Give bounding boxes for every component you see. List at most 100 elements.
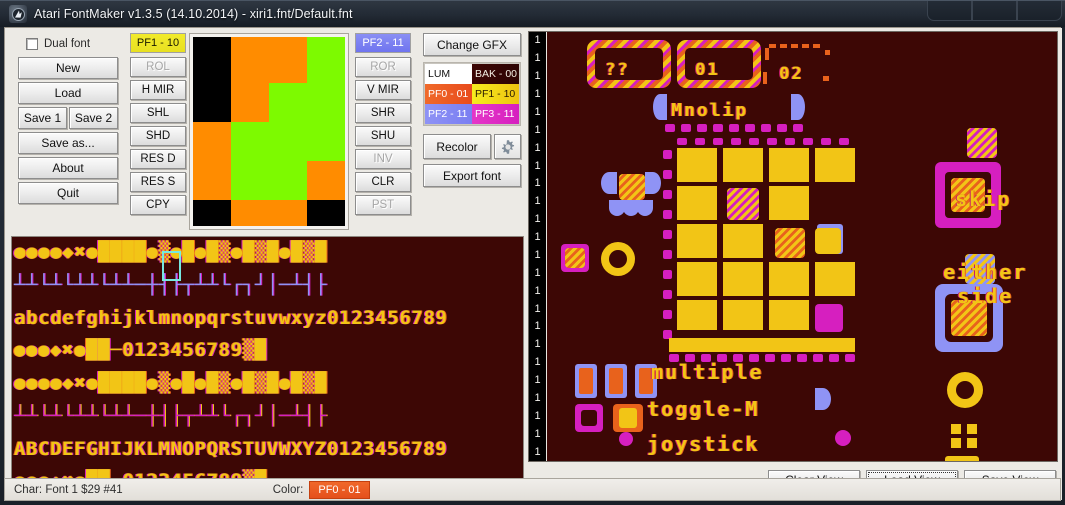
viewport-marker bbox=[797, 354, 807, 362]
recolor-button[interactable]: Recolor bbox=[423, 134, 491, 159]
viewport-dash bbox=[821, 138, 831, 145]
palette-swatch-pf3[interactable]: PF3 - 11 bbox=[472, 104, 519, 124]
active-color-badge-pf2[interactable]: PF2 - 11 bbox=[355, 33, 411, 53]
cpy-button[interactable]: CPY bbox=[130, 195, 186, 215]
palette-swatch-bak[interactable]: BAK - 00 bbox=[472, 64, 519, 84]
character-editor-canvas[interactable] bbox=[189, 33, 349, 230]
font-preview-row[interactable]: ●●●◆✖●██─0123456789▒█ bbox=[14, 339, 267, 361]
tool-column-right: PF2 - 11 ROR V MIR SHR SHU INV CLR PST bbox=[355, 33, 411, 218]
editor-pixel[interactable] bbox=[307, 37, 345, 83]
minimize-button[interactable] bbox=[927, 1, 972, 21]
res-s-button[interactable]: RES S bbox=[130, 172, 186, 192]
viewport-block-inner bbox=[619, 408, 637, 428]
res-d-button[interactable]: RES D bbox=[130, 149, 186, 169]
load-button[interactable]: Load bbox=[18, 82, 118, 104]
pst-button[interactable]: PST bbox=[355, 195, 411, 215]
viewport-map-cell bbox=[677, 224, 717, 258]
gutter-font-number: 1 bbox=[534, 266, 541, 279]
application-window: Atari FontMaker v1.3.5 (14.10.2014) - xi… bbox=[0, 0, 1065, 505]
font-preview-row[interactable]: ┴┴└┴└┴┴└┴┴─┼┤├┬┴┴└┌┐┘│─┴┤├ bbox=[14, 274, 327, 296]
editor-pixel[interactable] bbox=[193, 122, 231, 161]
palette-swatch-pf2[interactable]: PF2 - 11 bbox=[425, 104, 472, 124]
viewport-marker bbox=[781, 354, 791, 362]
quit-button[interactable]: Quit bbox=[18, 182, 118, 204]
font-preview-row[interactable]: ●●●●◆✖●████●▒●█●█▒●█▒█●█▒█ bbox=[14, 241, 327, 263]
view-pane: 1 1 1 1 1 1 1 1 1 1 1 1 1 1 1 1 1 1 1 1 1 1 1 1 ?? 01 02 Mnolip ski… bbox=[526, 28, 1062, 500]
viewport-bar bbox=[669, 338, 855, 352]
save-2-button[interactable]: Save 2 bbox=[69, 107, 118, 129]
clr-button[interactable]: CLR bbox=[355, 172, 411, 192]
editor-pixel[interactable] bbox=[193, 161, 231, 200]
editor-pixel[interactable] bbox=[231, 161, 269, 200]
shu-button[interactable]: SHU bbox=[355, 126, 411, 146]
palette-swatch-pf0[interactable]: PF0 - 01 bbox=[425, 84, 472, 104]
editor-pixel[interactable] bbox=[269, 200, 307, 226]
editor-pixel[interactable] bbox=[307, 200, 345, 226]
editor-pixel[interactable] bbox=[231, 200, 269, 226]
screen-viewport[interactable]: 1 1 1 1 1 1 1 1 1 1 1 1 1 1 1 1 1 1 1 1 1 1 1 1 ?? 01 02 Mnolip ski… bbox=[528, 31, 1058, 462]
editor-pixel[interactable] bbox=[231, 37, 269, 83]
color-palette[interactable]: LUM BAK - 00 PF0 - 01 PF1 - 10 PF2 - 11 … bbox=[423, 62, 521, 126]
viewport-rotate-hole-2 bbox=[956, 381, 974, 399]
font-preview-row[interactable]: ABCDEFGHIJKLMNOPQRSTUVWXYZ0123456789 bbox=[14, 438, 447, 460]
inv-button[interactable]: INV bbox=[355, 149, 411, 169]
viewport-marker bbox=[697, 124, 707, 132]
editor-pixel[interactable] bbox=[269, 122, 307, 161]
shd-button[interactable]: SHD bbox=[130, 126, 186, 146]
editor-pixel[interactable] bbox=[307, 83, 345, 122]
editor-pixel[interactable] bbox=[269, 161, 307, 200]
viewport-text-label: 02 bbox=[779, 64, 804, 84]
font-preview-row[interactable]: ●●●●◆✖●████●▒●█●█▒●█▒█●█▒█ bbox=[14, 372, 327, 394]
editor-pixel[interactable] bbox=[307, 161, 345, 200]
gear-icon[interactable] bbox=[494, 134, 521, 159]
viewport-dash bbox=[769, 44, 776, 48]
character-editor-grid[interactable] bbox=[193, 37, 345, 226]
viewport-text-label: ?? bbox=[605, 60, 630, 80]
active-color-badge-pf1[interactable]: PF1 - 10 bbox=[130, 33, 186, 53]
save-as-button[interactable]: Save as... bbox=[18, 132, 118, 154]
gutter-font-number: 1 bbox=[534, 248, 541, 261]
shr-button[interactable]: SHR bbox=[355, 103, 411, 123]
file-button-column: Dual font New Load Save 1 Save 2 Save as… bbox=[18, 33, 118, 207]
viewport-dash bbox=[791, 44, 798, 48]
palette-swatch-pf1[interactable]: PF1 - 10 bbox=[472, 84, 519, 104]
about-button[interactable]: About bbox=[18, 157, 118, 179]
editor-pixel[interactable] bbox=[193, 37, 231, 83]
editor-pixel[interactable] bbox=[193, 200, 231, 226]
dual-font-row[interactable]: Dual font bbox=[18, 33, 118, 55]
viewport-canvas[interactable]: ?? 01 02 Mnolip skip either side multiple toggle… bbox=[547, 32, 1057, 461]
export-font-button[interactable]: Export font bbox=[423, 164, 521, 187]
editor-pixel[interactable] bbox=[193, 83, 231, 122]
font-preview-canvas[interactable]: ●●●●◆✖●████●▒●█●█▒●█▒█●█▒█ ┴┴└┴└┴┴└┴┴─┼┤├… bbox=[12, 237, 523, 497]
editor-pixel[interactable] bbox=[307, 122, 345, 161]
viewport-dash bbox=[839, 138, 849, 145]
maximize-button[interactable] bbox=[972, 1, 1017, 21]
viewport-dash bbox=[803, 138, 813, 145]
shl-button[interactable]: SHL bbox=[130, 103, 186, 123]
save-1-button[interactable]: Save 1 bbox=[18, 107, 67, 129]
editor-pixel[interactable] bbox=[269, 83, 307, 122]
h-mir-button[interactable]: H MIR bbox=[130, 80, 186, 100]
status-color-label: Color: bbox=[272, 483, 304, 496]
close-button[interactable] bbox=[1017, 1, 1062, 21]
viewport-pillar-inner bbox=[609, 368, 623, 394]
font-preview-row[interactable]: abcdefghijklmnopqrstuvwxyz0123456789 bbox=[14, 307, 447, 329]
v-mir-button[interactable]: V MIR bbox=[355, 80, 411, 100]
editor-pixel[interactable] bbox=[231, 83, 269, 122]
editor-pixel[interactable] bbox=[269, 37, 307, 83]
change-gfx-button[interactable]: Change GFX bbox=[423, 33, 521, 56]
font-preview-row[interactable]: ┴┴└┴└┴┴└┴┴─┼┤├┬┴┴└┌┐┘│─┴┤├ bbox=[14, 405, 327, 427]
new-button[interactable]: New bbox=[18, 57, 118, 79]
palette-swatch-lum[interactable]: LUM bbox=[425, 64, 472, 84]
font-preview-panel[interactable]: ●●●●◆✖●████●▒●█●█▒●█▒█●█▒█ ┴┴└┴└┴┴└┴┴─┼┤├… bbox=[11, 236, 524, 498]
ror-button[interactable]: ROR bbox=[355, 57, 411, 77]
gutter-font-number: 1 bbox=[534, 159, 541, 172]
viewport-marker bbox=[665, 124, 675, 132]
editor-pane: Dual font New Load Save 1 Save 2 Save as… bbox=[5, 28, 526, 500]
editor-pixel[interactable] bbox=[231, 122, 269, 161]
viewport-dash bbox=[765, 48, 769, 60]
rol-button[interactable]: ROL bbox=[130, 57, 186, 77]
viewport-text-label: skip bbox=[955, 187, 1012, 211]
dual-font-checkbox[interactable] bbox=[26, 38, 38, 50]
viewport-marker bbox=[765, 354, 775, 362]
